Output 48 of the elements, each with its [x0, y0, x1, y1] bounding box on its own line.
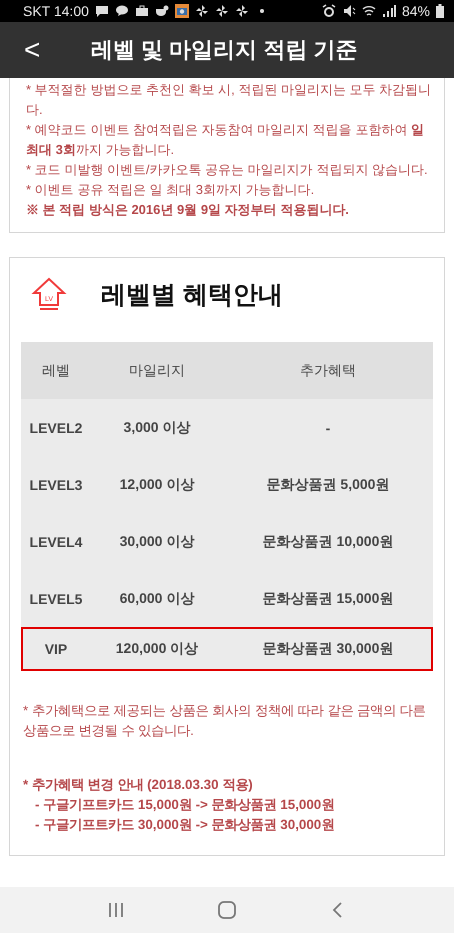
table-cell: LEVEL4	[21, 513, 91, 570]
footnote-text: * 추가혜택으로 제공되는 상품은 회사의 정책에 따라 같은 금액의 다른 상품으로 변경될 수 있습니다.	[22, 702, 427, 740]
note-text: ※ 본 적립 방식은 2016년 9월 9일 자정부터 적용됩니다.	[26, 201, 350, 219]
table-cell: 120,000 이상	[91, 627, 223, 671]
table-cell: 문화상품권 5,000원	[223, 456, 433, 513]
back-button[interactable]: <	[18, 36, 46, 64]
table-cell: 12,000 이상	[91, 456, 223, 513]
home-icon	[218, 901, 236, 919]
change-item: - 구글기프트카드 30,000원 -> 문화상품권 30,000원	[34, 816, 336, 834]
table-cell: 3,000 이상	[91, 399, 223, 456]
note-text: * 이벤트 공유 적립은 일 최대 3회까지 가능합니다.	[26, 181, 316, 199]
table-cell: 문화상품권 10,000원	[223, 513, 433, 570]
alarm-icon	[322, 4, 336, 18]
pinwheel-icon	[234, 4, 249, 18]
back-icon	[333, 902, 342, 918]
pinwheel-icon	[194, 4, 209, 18]
column-header: 레벨	[21, 342, 91, 399]
chat-bubble-icon	[114, 4, 129, 18]
battery-icon	[436, 4, 444, 18]
wifi-icon	[362, 4, 376, 18]
message-icon	[94, 4, 109, 18]
column-header: 마일리지	[91, 342, 223, 399]
table-cell: VIP	[21, 627, 91, 671]
column-header: 추가혜택	[223, 342, 433, 399]
cup-icon	[154, 4, 169, 18]
table-cell: 문화상품권 15,000원	[223, 570, 433, 627]
section-title: 레벨별 혜택안내	[101, 280, 283, 310]
table-cell: 문화상품권 30,000원	[223, 627, 433, 671]
table-cell: -	[223, 399, 433, 456]
note-text: * 예약코드 이벤트 참여적립은 자동참여 마일리지 적립을 포함하여 일 최대 3회까지 가능합니다.	[26, 121, 425, 159]
status-time: SKT 14:00	[23, 3, 89, 19]
note-text: * 부적절한 방법으로 추천인 확보 시, 적립된 마일리지는 모두 차감됩니다.	[26, 81, 432, 119]
pinwheel-icon	[214, 4, 229, 18]
table-cell: LEVEL3	[21, 456, 91, 513]
page-title: 레벨 및 마일리지 적립 기준	[90, 36, 358, 64]
battery-percent: 84%	[402, 3, 430, 19]
table-cell: 60,000 이상	[91, 570, 223, 627]
camera-icon	[174, 4, 189, 18]
mute-icon	[342, 4, 356, 18]
note-text: * 코드 미발행 이벤트/카카오톡 공유는 마일리지가 적립되지 않습니다.	[26, 161, 429, 179]
briefcase-icon	[134, 4, 149, 18]
table-cell: LEVEL5	[21, 570, 91, 627]
table-cell: 30,000 이상	[91, 513, 223, 570]
change-notice-heading: * 추가혜택 변경 안내 (2018.03.30 적용)	[22, 776, 254, 794]
recent-apps-icon	[108, 902, 123, 918]
change-item: - 구글기프트카드 15,000원 -> 문화상품권 15,000원	[34, 796, 336, 814]
table-cell: LEVEL2	[21, 399, 91, 456]
signal-icon	[382, 4, 396, 18]
